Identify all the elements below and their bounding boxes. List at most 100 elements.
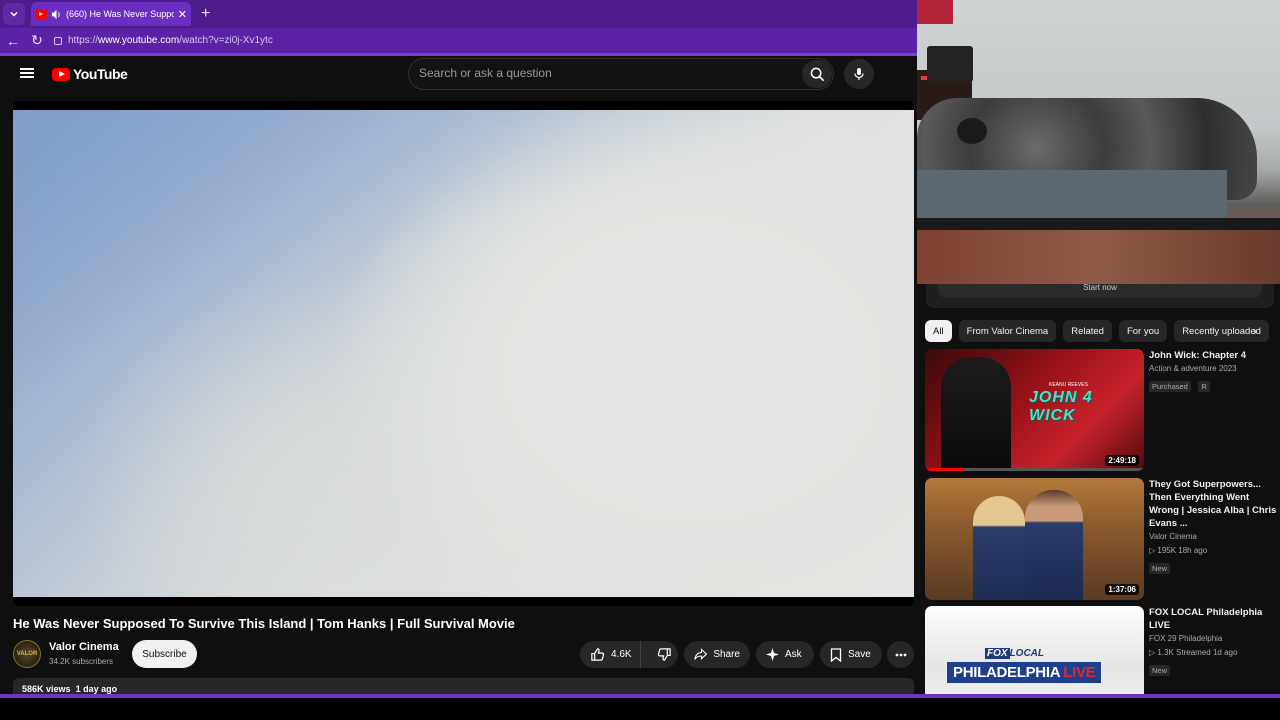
microphone-icon xyxy=(854,68,864,80)
recommendation-item[interactable]: 1:37:06 They Got Superpowers... Then Eve… xyxy=(925,478,1280,600)
channel-name[interactable]: Valor Cinema xyxy=(49,641,119,653)
video-meta: 586K views 1 day ago xyxy=(22,684,117,694)
site-info-icon[interactable] xyxy=(54,36,62,45)
tab-title: (660) He Was Never Supposed To Survive T… xyxy=(66,9,174,19)
chip-all[interactable]: All xyxy=(925,320,952,342)
chip-from-channel[interactable]: From Valor Cinema xyxy=(958,320,1057,342)
save-label: Save xyxy=(848,649,871,660)
thumbnail[interactable]: 1:37:06 xyxy=(925,478,1144,600)
url-path: /watch?v=zi0j-Xv1ytc xyxy=(179,35,273,46)
new-badge: New xyxy=(1149,665,1171,676)
thumbnail-logo: JOHN 4 WICK xyxy=(1029,389,1093,424)
youtube-wordmark: YouTube xyxy=(73,66,128,82)
webcam-bed-frame xyxy=(917,218,1280,230)
sparkle-icon xyxy=(766,648,779,661)
recommendation-meta: John Wick: Chapter 4 Action & adventure … xyxy=(1149,349,1279,394)
back-arrow-icon[interactable]: ← xyxy=(6,33,20,49)
taskbar-area xyxy=(0,698,1280,720)
chip-related[interactable]: Related xyxy=(1063,320,1112,342)
tab-list-button[interactable] xyxy=(3,3,25,25)
thumbs-down-icon xyxy=(657,648,671,661)
thumbnail-figure xyxy=(1025,490,1083,600)
search-icon xyxy=(810,67,824,81)
recommendation-title[interactable]: They Got Superpowers... Then Everything … xyxy=(1149,478,1279,530)
recommendation-channel[interactable]: Valor Cinema xyxy=(1149,530,1279,544)
speaker-icon[interactable] xyxy=(51,9,62,20)
subscriber-count: 34.2K subscribers xyxy=(49,657,114,666)
dislike-button[interactable] xyxy=(647,641,682,668)
reload-icon[interactable]: ↻ xyxy=(30,32,44,49)
webcam-overlay xyxy=(917,0,1280,284)
recommendation-item[interactable]: KEANU REEVES JOHN 4 WICK 2:49:18 John Wi… xyxy=(925,349,1280,471)
recommendation-item[interactable]: FOX LOCAL PHILADELPHIA LIVE FOX LOCAL Phil… xyxy=(925,606,1280,694)
recommendation-stats: ▷ 195K 18h ago xyxy=(1149,546,1208,555)
thumbnail-figure xyxy=(941,357,1011,471)
filter-chips: All From Valor Cinema Related For you Re… xyxy=(925,320,1280,342)
recommendation-channel[interactable]: FOX 29 Philadelphia xyxy=(1149,632,1279,646)
thumbnail-figure xyxy=(973,496,1025,600)
like-button[interactable]: 4.6K xyxy=(580,641,641,668)
subscribe-button[interactable]: Subscribe xyxy=(132,640,197,668)
webcam-person xyxy=(957,118,987,144)
upload-age: 1 day ago xyxy=(75,684,118,694)
url-prefix: https:// xyxy=(68,35,99,46)
url-field[interactable]: https://www.youtube.com/watch?v=zi0j-Xv1… xyxy=(54,35,273,46)
menu-icon[interactable] xyxy=(20,68,34,78)
save-button[interactable]: Save xyxy=(820,641,882,668)
search-box xyxy=(408,58,834,90)
duration-badge: 2:49:18 xyxy=(1105,455,1139,466)
tab-close-icon[interactable]: ✕ xyxy=(178,8,187,21)
recommendation-stats: ▷ 1.3K Streamed 1d ago xyxy=(1149,648,1238,657)
youtube-play-icon xyxy=(52,67,70,81)
chevron-down-icon xyxy=(10,11,18,17)
recommendation-title[interactable]: John Wick: Chapter 4 xyxy=(1149,349,1279,362)
ask-label: Ask xyxy=(785,649,802,660)
thumbnail-local-text: LOCAL xyxy=(1009,648,1045,659)
thumbnail-fox-text: FOX xyxy=(985,648,1010,659)
sidebar-promo-card: Start now xyxy=(926,284,1274,308)
start-now-button[interactable]: Start now xyxy=(938,284,1262,298)
url-host: www.youtube.com xyxy=(98,35,180,46)
more-horizontal-icon xyxy=(895,653,906,656)
video-title: He Was Never Supposed To Survive This Is… xyxy=(13,616,515,631)
webcam-red-object xyxy=(917,0,953,24)
recommendation-title[interactable]: FOX LOCAL Philadelphia LIVE xyxy=(1149,606,1279,632)
recommendation-meta: FOX LOCAL Philadelphia LIVE FOX 29 Phila… xyxy=(1149,606,1279,678)
channel-avatar[interactable]: VALOR xyxy=(13,640,41,668)
like-dislike-group: 4.6K xyxy=(580,641,678,668)
browser-tab[interactable]: (660) He Was Never Supposed To Survive T… xyxy=(31,2,191,26)
more-actions-button[interactable] xyxy=(887,641,914,668)
thumbnail-fox-logo: FOX LOCAL xyxy=(985,648,1044,659)
like-count: 4.6K xyxy=(611,649,632,660)
chevron-right-icon[interactable]: › xyxy=(1253,324,1257,338)
view-count: 586K views xyxy=(22,684,71,694)
thumbnail-city-text: PHILADELPHIA xyxy=(953,664,1061,681)
thumbnail-live-text: LIVE xyxy=(1063,664,1096,681)
thumbnail[interactable]: FOX LOCAL PHILADELPHIA LIVE xyxy=(925,606,1144,694)
recommendation-meta: They Got Superpowers... Then Everything … xyxy=(1149,478,1279,576)
youtube-logo[interactable]: YouTube xyxy=(52,66,128,82)
watch-progress-bar xyxy=(925,468,1144,471)
thumbnail[interactable]: KEANU REEVES JOHN 4 WICK 2:49:18 xyxy=(925,349,1144,471)
share-icon xyxy=(694,648,708,660)
webcam-floor xyxy=(917,230,1280,284)
recommendation-info: Action & adventure 2023 xyxy=(1149,364,1237,373)
address-bar-row: ← ↻ https://www.youtube.com/watch?v=zi0j… xyxy=(0,28,917,53)
webcam-sheet xyxy=(917,170,1227,218)
bookmark-icon xyxy=(830,647,842,662)
chip-for-you[interactable]: For you xyxy=(1118,320,1168,342)
voice-search-button[interactable] xyxy=(844,59,874,89)
search-button[interactable] xyxy=(802,60,832,88)
share-button[interactable]: Share xyxy=(684,641,750,668)
duration-badge: 1:37:06 xyxy=(1105,584,1139,595)
ask-button[interactable]: Ask xyxy=(756,641,814,668)
new-badge: New xyxy=(1149,563,1171,574)
search-input[interactable] xyxy=(419,66,799,80)
video-player[interactable] xyxy=(13,101,914,606)
new-tab-button[interactable]: + xyxy=(201,5,210,23)
webcam-shelf xyxy=(927,46,973,82)
video-frame[interactable] xyxy=(13,110,914,597)
channel-row: VALOR Valor Cinema 34.2K subscribers Sub… xyxy=(13,638,914,670)
youtube-favicon-icon xyxy=(35,9,47,19)
thumbs-up-icon xyxy=(591,648,605,661)
